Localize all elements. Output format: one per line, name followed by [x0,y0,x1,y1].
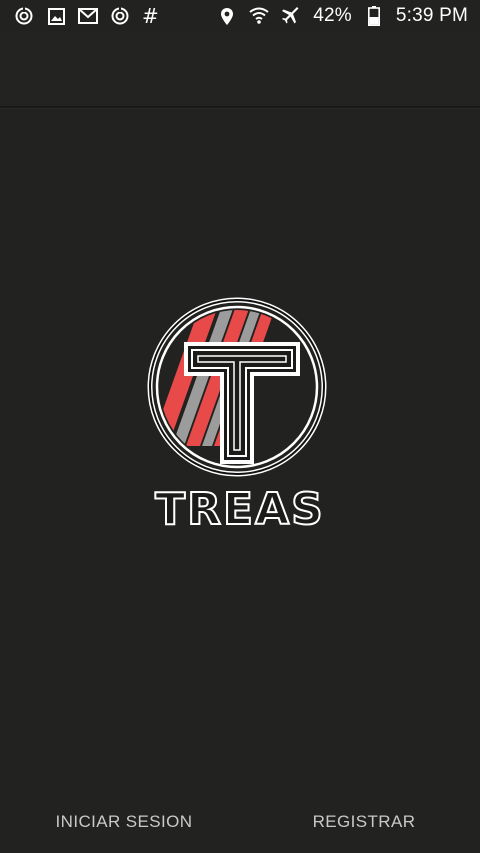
app-toolbar [0,32,480,108]
battery-percentage: 42% [313,5,352,26]
sync-icon [14,6,34,26]
splash-screen: # 42% 5:39 PM TREAS INICIAR SESION REGIS… [0,0,480,853]
brand-wordmark: TREAS [155,484,325,532]
location-icon [217,6,237,26]
status-notifications: # [14,6,159,26]
register-button[interactable]: REGISTRAR [296,798,432,846]
clock: 5:39 PM [395,5,468,26]
image-icon [46,6,66,26]
battery-icon [364,6,384,26]
wifi-icon [249,6,269,26]
auth-actions: INICIAR SESION REGISTRAR [0,798,480,846]
airplane-icon [281,6,301,26]
login-button[interactable]: INICIAR SESION [40,798,208,846]
app-logo: TREAS [130,296,350,536]
sync-icon [110,6,130,26]
status-bar: # 42% 5:39 PM [0,0,480,32]
hash-icon: # [142,4,159,28]
gmail-icon [78,6,98,26]
status-system: 42% 5:39 PM [217,5,468,27]
